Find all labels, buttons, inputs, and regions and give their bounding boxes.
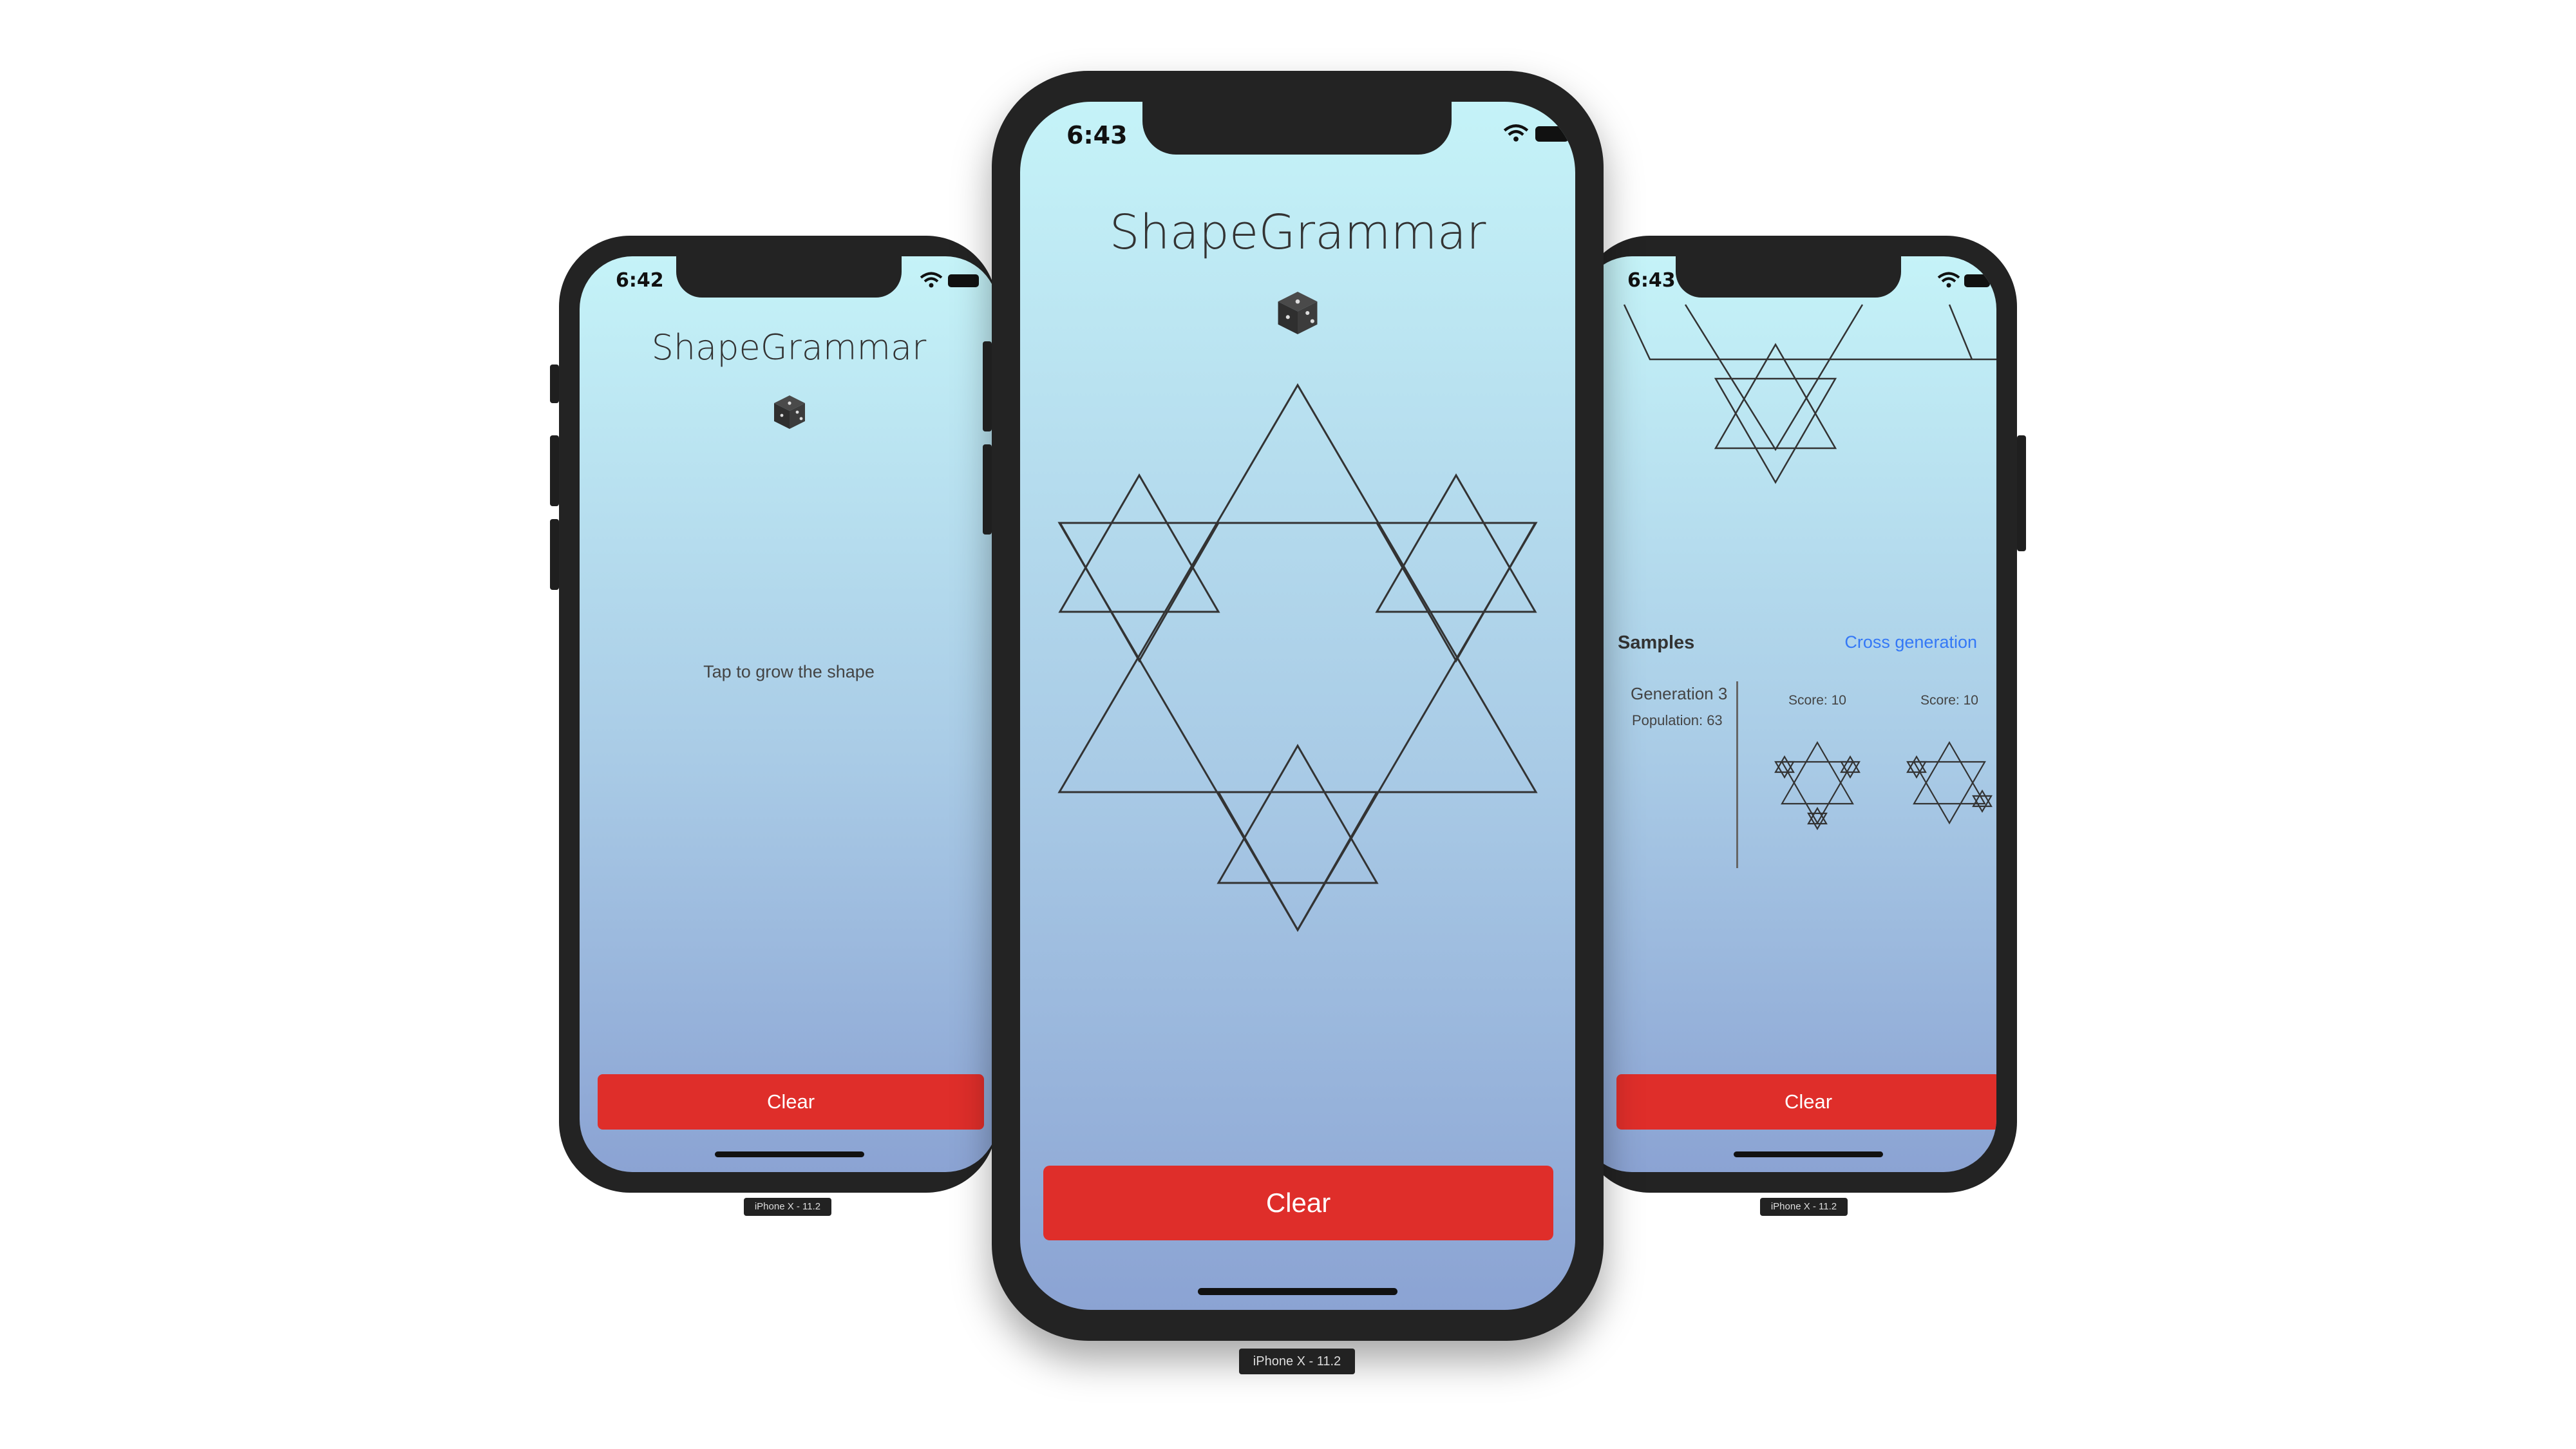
grown-shape [1623,304,1996,484]
samples-heading: Samples [1618,632,1695,653]
sample-score: Score: 10 [1920,693,1978,708]
volume-up-button [983,341,992,431]
volume-down-button [983,444,992,535]
notch [676,256,902,298]
volume-down-button [550,519,559,590]
home-indicator[interactable] [1734,1151,1883,1157]
device-label: iPhone X - 11.2 [1239,1349,1355,1374]
power-button [2017,435,2026,551]
volume-up-button [550,435,559,506]
battery-icon [948,274,979,287]
left-screen[interactable]: 6:42 ShapeGrammar Tap to grow the shape … [580,256,998,1172]
app-title: ShapeGrammar [651,327,927,368]
home-indicator[interactable] [1198,1288,1397,1295]
cross-generation-link[interactable]: Cross generation [1844,632,1977,652]
divider [1736,681,1738,868]
sample-score: Score: 10 [1788,693,1846,708]
generation-label: Generation 3 [1631,684,1728,703]
hint-text: Tap to grow the shape [703,662,875,681]
sample-shape[interactable] [1895,730,1996,858]
wifi-icon [920,272,943,288]
clear-button[interactable]: Clear [1616,1074,1996,1130]
clear-button[interactable]: Clear [1043,1166,1553,1240]
clear-button[interactable]: Clear [598,1074,984,1130]
right-phone-frame: 6:43 Samples Cross generation Generation… [1579,236,2026,1193]
device-label: iPhone X - 11.2 [744,1198,831,1216]
home-indicator[interactable] [715,1151,864,1157]
population-label: Population: 63 [1632,712,1723,728]
sample-shape[interactable] [1763,730,1872,858]
device-label: iPhone X - 11.2 [1760,1198,1848,1216]
mute-switch [550,365,559,403]
grown-shape[interactable] [1020,102,1575,1068]
left-phone-frame: 6:42 ShapeGrammar Tap to grow the shape … [550,236,998,1193]
status-time: 6:42 [616,269,664,292]
center-phone-frame: 6:43 ShapeGrammar Clear [983,71,1604,1341]
dice-icon[interactable] [773,394,806,430]
center-screen[interactable]: 6:43 ShapeGrammar Clear [1020,102,1575,1310]
right-screen[interactable]: 6:43 Samples Cross generation Generation… [1579,256,1996,1172]
